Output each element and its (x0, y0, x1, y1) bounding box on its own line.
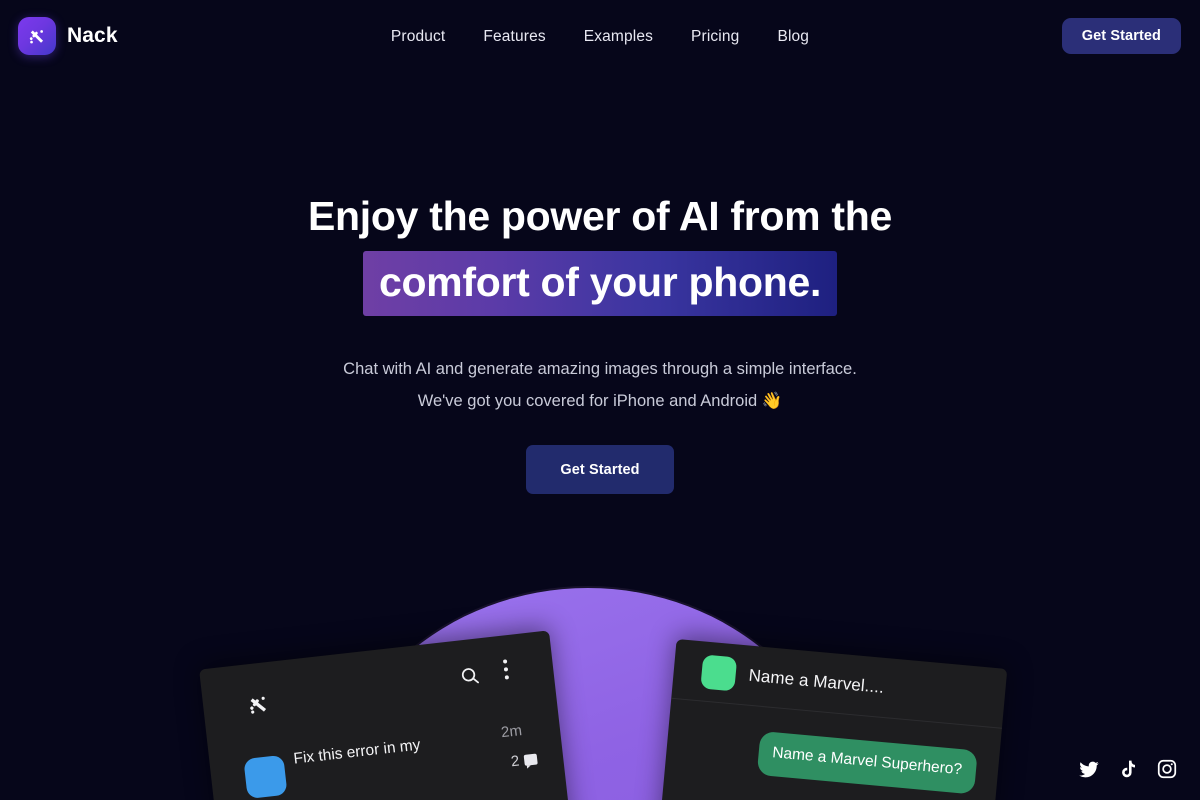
nack-logo-mark-icon (244, 690, 273, 724)
hero-headline-line1: Enjoy the power of AI from the (308, 193, 892, 239)
phone-mockup-left: Fix this error in my 2m 2 (199, 630, 573, 800)
chat-unread-count: 2 (510, 752, 521, 771)
nav-get-started-button[interactable]: Get Started (1061, 18, 1181, 54)
conversation-title: Name a Marvel.... (747, 665, 885, 697)
tiktok-icon[interactable] (1118, 758, 1138, 780)
twitter-icon[interactable] (1078, 758, 1100, 780)
chat-unread-badge: 2 (510, 751, 538, 771)
instagram-icon[interactable] (1156, 758, 1178, 780)
nav-link-examples[interactable]: Examples (565, 28, 672, 46)
message-badge-icon (523, 753, 538, 766)
kebab-dot (503, 667, 509, 672)
kebab-dot (504, 675, 510, 680)
nav-link-product[interactable]: Product (372, 28, 464, 46)
chat-bubble-outgoing: Name a Marvel Superhero? (756, 730, 978, 795)
kebab-dot (502, 659, 508, 664)
hero-subtitle-line2: We've got you covered for iPhone and And… (417, 392, 783, 411)
phone-mockup-right: Name a Marvel.... Name a Marvel Superher… (658, 638, 1008, 800)
avatar (243, 754, 288, 799)
nav-link-features[interactable]: Features (464, 28, 564, 46)
avatar (700, 653, 738, 691)
hero-subtitle: Chat with AI and generate amazing images… (0, 353, 1200, 417)
chat-timestamp: 2m (500, 722, 523, 742)
hero-section: Enjoy the power of AI from the comfort o… (0, 0, 1200, 495)
social-links (1078, 758, 1178, 780)
nav-link-pricing[interactable]: Pricing (672, 28, 758, 46)
kebab-menu-icon[interactable] (502, 659, 510, 680)
top-navigation-bar: Nack Product Features Examples Pricing B… (0, 0, 1200, 73)
hero-subtitle-line1: Chat with AI and generate amazing images… (343, 360, 857, 378)
landing-page: Nack Product Features Examples Pricing B… (0, 0, 1200, 800)
chat-title: Fix this error in my (292, 736, 422, 768)
search-icon[interactable] (458, 664, 482, 692)
hero-headline-line2-wrapper: comfort of your phone. (0, 251, 1200, 316)
nav-link-blog[interactable]: Blog (758, 28, 828, 46)
hero-headline-highlight: comfort of your phone. (362, 251, 838, 316)
nav-links: Product Features Examples Pricing Blog (0, 0, 1200, 73)
hero-get-started-button[interactable]: Get Started (526, 445, 674, 495)
